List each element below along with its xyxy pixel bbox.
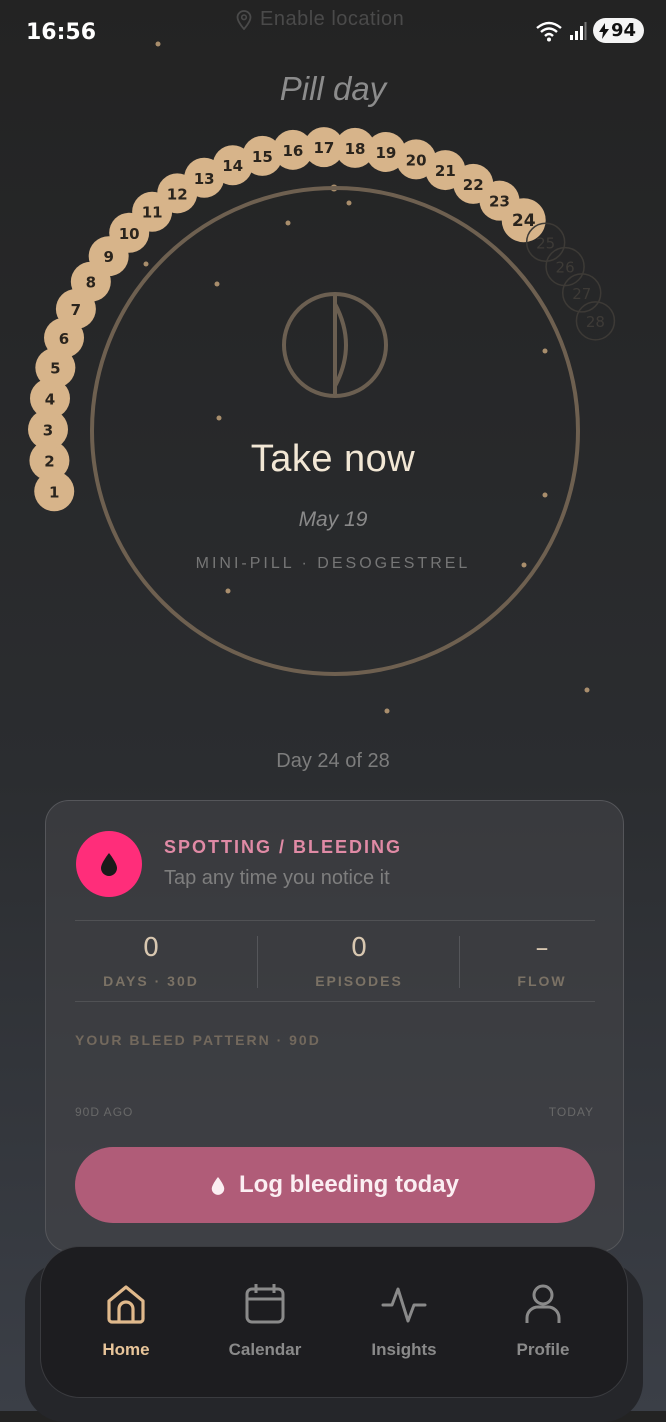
pill-day-number: 15 xyxy=(252,148,273,166)
pill-day-number: 26 xyxy=(556,259,575,277)
dust-dot xyxy=(346,200,352,206)
day-counter: Day 24 of 28 xyxy=(276,750,390,772)
pill-day-number: 8 xyxy=(86,274,96,292)
pill-day-number: 4 xyxy=(45,390,55,408)
stat-value: 0 xyxy=(142,933,160,963)
dust-dot xyxy=(285,220,291,226)
dust-dot xyxy=(542,348,548,354)
stat-flow: – FLOW xyxy=(457,933,627,989)
pill-day-number: 12 xyxy=(167,185,188,203)
blood-drop-icon xyxy=(211,1176,225,1195)
pill-day-28[interactable]: 28 xyxy=(575,301,616,341)
nav-calendar[interactable]: Calendar xyxy=(210,1281,320,1360)
pattern-range-end: TODAY xyxy=(548,1105,594,1119)
pill-day-27[interactable]: 27 xyxy=(561,273,602,313)
pill-day-26[interactable]: 26 xyxy=(545,246,585,287)
pill-day-number: 17 xyxy=(313,139,334,157)
nav-label: Calendar xyxy=(228,1340,302,1359)
nav-insights[interactable]: Insights xyxy=(349,1281,459,1360)
home-icon xyxy=(107,1285,145,1324)
pill-day-number: 18 xyxy=(345,140,366,158)
dust-dot xyxy=(384,708,390,714)
pill-day-number: 25 xyxy=(536,234,555,252)
pill-day-number: 7 xyxy=(71,301,81,319)
pill-day-number: 1 xyxy=(49,483,59,501)
main-ring xyxy=(90,186,580,676)
stat-label: EPISODES xyxy=(315,973,403,989)
pill-date: May 19 xyxy=(298,508,368,531)
pill-day-number: 13 xyxy=(194,170,215,188)
pill-day-number: 3 xyxy=(43,421,53,439)
log-bleeding-label: Log bleeding today xyxy=(239,1171,459,1198)
pulse-icon xyxy=(381,1287,427,1323)
pill-day-number: 20 xyxy=(406,151,427,169)
nav-label: Home xyxy=(102,1340,150,1359)
dust-dot xyxy=(214,281,220,287)
bleeding-card: SPOTTING / BLEEDING Tap any time you not… xyxy=(45,800,624,1252)
bleed-pattern-title: YOUR BLEED PATTERN · 90D xyxy=(75,1032,321,1048)
dust-dot xyxy=(542,492,548,498)
pill-day-number: 22 xyxy=(463,176,484,194)
dust-dot xyxy=(584,687,590,693)
dust-dot xyxy=(216,415,222,421)
take-now-button[interactable]: Take now xyxy=(0,438,666,481)
nav-home[interactable]: Home xyxy=(71,1281,181,1360)
pill-day-number: 6 xyxy=(59,330,69,348)
divider xyxy=(257,936,258,988)
log-bleeding-button[interactable]: Log bleeding today xyxy=(75,1147,595,1223)
dust-dot xyxy=(225,588,231,594)
bottom-nav: Home Calendar Insights Profile xyxy=(40,1246,628,1398)
pill-day-number: 5 xyxy=(50,360,60,378)
stat-label: DAYS · 30D xyxy=(103,973,199,989)
calendar-icon xyxy=(245,1284,285,1324)
pill-day-number: 27 xyxy=(572,285,591,303)
pill-day-number: 10 xyxy=(119,225,140,243)
bleeding-subtitle: Tap any time you notice it xyxy=(164,867,390,889)
pill-day-number: 11 xyxy=(142,204,163,222)
nav-label: Insights xyxy=(371,1340,437,1359)
person-icon xyxy=(525,1284,561,1323)
nav-label: Profile xyxy=(516,1340,570,1359)
dust-dot xyxy=(155,41,161,47)
pill-day-number: 16 xyxy=(282,142,303,160)
stat-value: – xyxy=(535,933,549,963)
pill-day-number: 19 xyxy=(375,144,396,162)
stat-episodes: 0 EPISODES xyxy=(274,933,444,989)
stat-value: 0 xyxy=(350,933,368,963)
stat-days: 0 DAYS · 30D xyxy=(66,933,236,989)
pill-ring: 123456789101112131415 16 17 18 19 20212223242… xyxy=(28,41,616,714)
nav-profile[interactable]: Profile xyxy=(488,1281,598,1360)
divider xyxy=(75,920,595,921)
dust-dot xyxy=(143,261,149,267)
pill-type: MINI-PILL · DESOGESTREL xyxy=(195,555,471,572)
divider xyxy=(75,1001,595,1002)
pill-day-number: 9 xyxy=(103,248,113,266)
pill-day-number: 14 xyxy=(222,157,243,175)
pill-day-number: 28 xyxy=(586,313,605,331)
pill-day-25[interactable]: 25 xyxy=(525,222,566,263)
bleeding-log-trigger[interactable] xyxy=(76,831,142,897)
pill-day-number: 21 xyxy=(435,162,456,180)
blood-drop-icon xyxy=(101,853,117,876)
pattern-range-start: 90D AGO xyxy=(75,1105,134,1119)
stat-label: FLOW xyxy=(517,973,567,989)
moon-phase-icon xyxy=(282,292,388,398)
bleeding-title: SPOTTING / BLEEDING xyxy=(164,837,403,857)
